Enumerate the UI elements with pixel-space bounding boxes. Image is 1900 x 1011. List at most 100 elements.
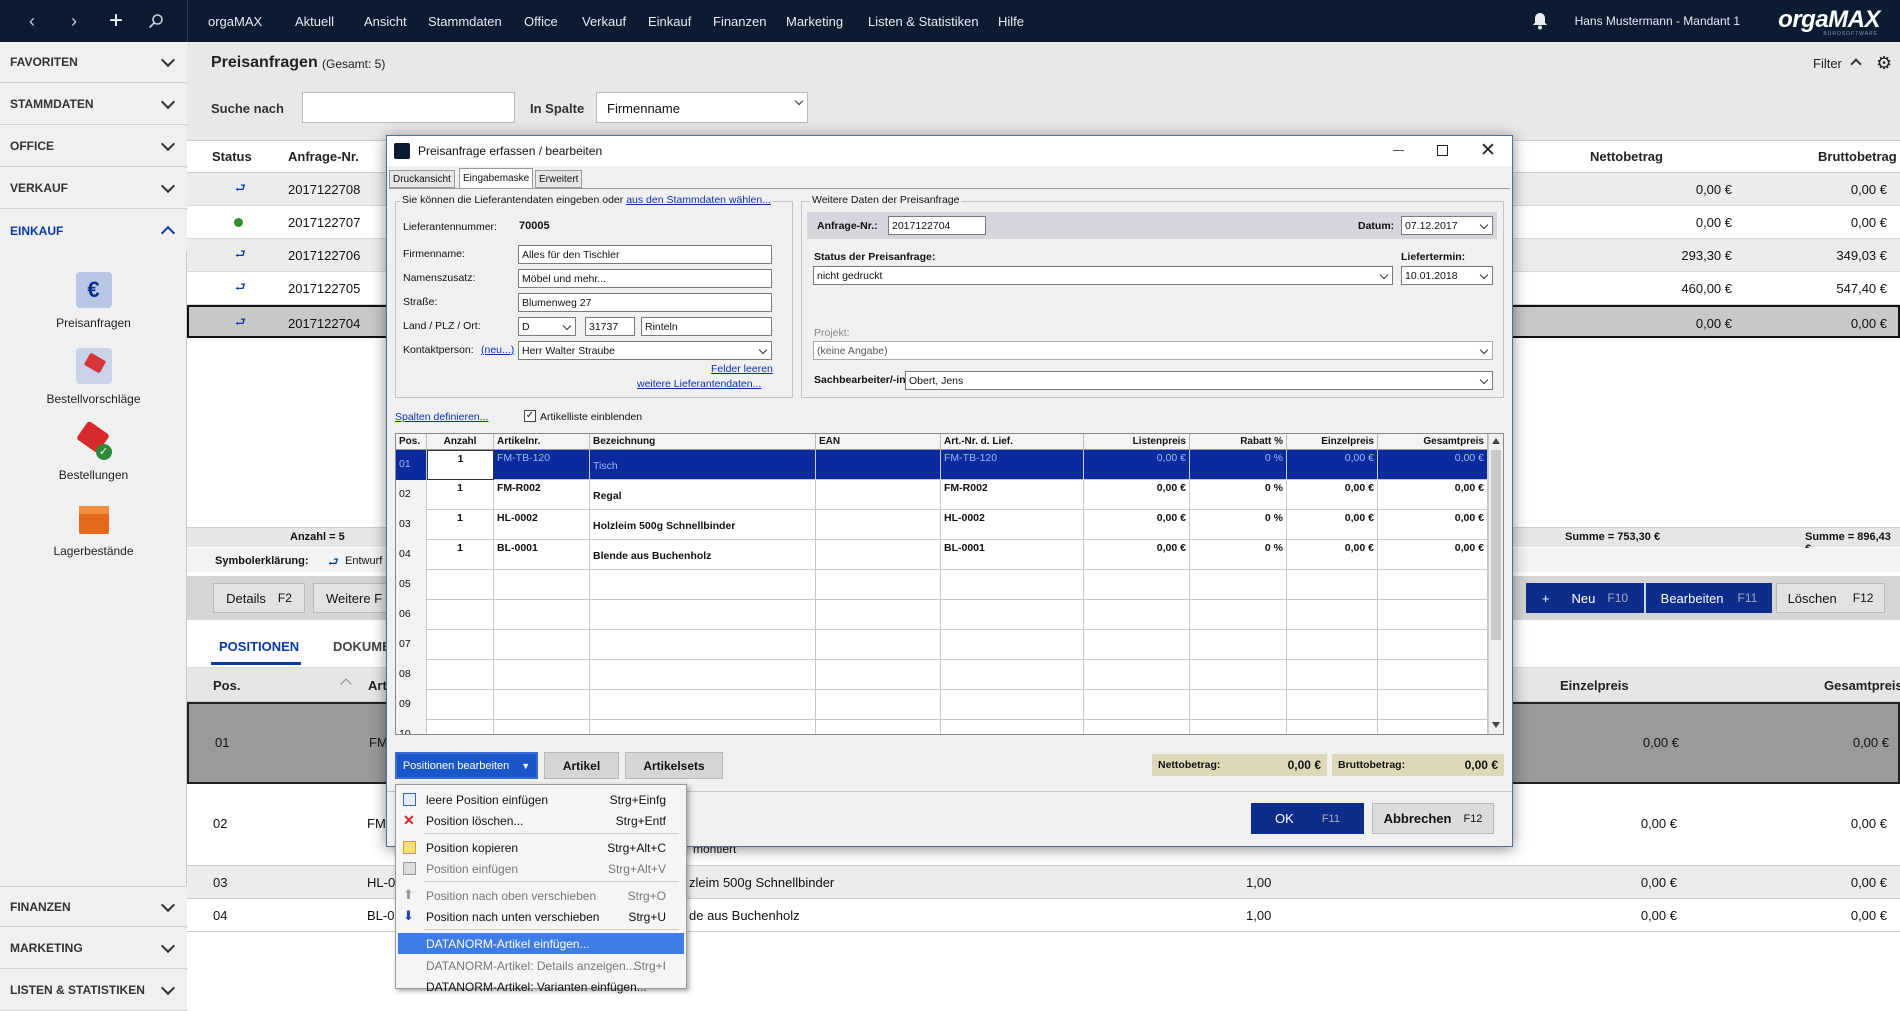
land-select[interactable]: D	[518, 317, 576, 336]
sidebar-item-preisanfragen[interactable]: € Preisanfragen	[0, 272, 187, 330]
grid-header-artikelnr[interactable]: Artikelnr.	[494, 434, 590, 450]
grid-cell-art[interactable]: FM-R002	[494, 480, 590, 510]
namenszusatz-field[interactable]: Möbel und mehr...	[518, 269, 772, 288]
grid-cell-pos[interactable]: 02	[396, 480, 427, 510]
search-icon[interactable]	[136, 0, 176, 42]
strasse-field[interactable]: Blumenweg 27	[518, 293, 772, 312]
grid-cell-gesamt[interactable]: 0,00 €	[1378, 540, 1488, 570]
minimize-icon[interactable]	[1393, 150, 1404, 151]
menu-stammdaten[interactable]: Stammdaten	[428, 0, 502, 42]
grid-cell-anz[interactable]	[427, 660, 494, 690]
grid-header-gesamtpreis[interactable]: Gesamtpreis	[1378, 434, 1488, 450]
grid-cell-rabatt[interactable]	[1190, 660, 1287, 690]
maximize-icon[interactable]	[1437, 145, 1448, 156]
menu-einkauf[interactable]: Einkauf	[648, 0, 691, 42]
grid-cell-bez[interactable]: Tisch	[590, 450, 816, 480]
menu-item-position-loeschen[interactable]: ✕ Position löschen... Strg+Entf	[396, 810, 686, 831]
sachbearbeiter-select[interactable]: Obert, Jens	[905, 371, 1493, 390]
projekt-select[interactable]: (keine Angabe)	[813, 341, 1493, 360]
grid-cell-einzel[interactable]	[1287, 630, 1378, 660]
grid-cell-liste[interactable]: 0,00 €	[1084, 510, 1190, 540]
spalten-definieren-link[interactable]: Spalten definieren...	[395, 411, 488, 423]
menu-item-datanorm-varianten[interactable]: DATANORM-Artikel: Varianten einfügen...	[396, 976, 686, 997]
menu-finanzen[interactable]: Finanzen	[713, 0, 766, 42]
add-icon[interactable]: +	[96, 0, 136, 42]
grid-cell-lief[interactable]: HL-0002	[941, 510, 1084, 540]
close-icon[interactable]: ✕	[1480, 139, 1496, 162]
grid-cell-anz[interactable]	[427, 630, 494, 660]
grid-cell-anz[interactable]	[427, 690, 494, 720]
grid-cell-rabatt[interactable]	[1190, 570, 1287, 600]
grid-cell-gesamt[interactable]	[1378, 570, 1488, 600]
tab-positionen[interactable]: POSITIONEN	[219, 639, 299, 654]
menu-marketing[interactable]: Marketing	[786, 0, 843, 42]
sidebar-section-office[interactable]: OFFICE	[0, 126, 187, 167]
grid-cell-anz[interactable]: 1	[427, 450, 494, 480]
grid-cell-pos[interactable]: 09	[396, 690, 427, 720]
grid-cell-bez[interactable]	[590, 600, 816, 630]
col-pos-header[interactable]: Pos.	[213, 678, 240, 693]
status-select[interactable]: nicht gedruckt	[813, 266, 1393, 285]
grid-cell-rabatt[interactable]: 0 %	[1190, 450, 1287, 480]
grid-cell-gesamt[interactable]: 0,00 €	[1378, 510, 1488, 540]
grid-cell-pos[interactable]: 05	[396, 570, 427, 600]
menu-item-nach-unten[interactable]: ⬇ Position nach unten verschieben Strg+U	[396, 906, 686, 927]
grid-cell-einzel[interactable]	[1287, 690, 1378, 720]
grid-cell-rabatt[interactable]	[1190, 600, 1287, 630]
grid-cell-ean[interactable]	[816, 480, 941, 510]
grid-cell-ean[interactable]	[816, 450, 941, 480]
grid-cell-anz[interactable]: 1	[427, 540, 494, 570]
grid-row[interactable]: 01 1 FM-TB-120 Tisch FM-TB-120 0,00 €0 % 0,00 …	[396, 450, 1488, 480]
grid-cell-einzel[interactable]	[1287, 660, 1378, 690]
grid-header-anzahl[interactable]: Anzahl	[427, 434, 494, 450]
menu-orgamax[interactable]: orgaMAX	[208, 0, 262, 42]
grid-scrollbar[interactable]	[1488, 434, 1503, 734]
grid-cell-gesamt[interactable]	[1378, 690, 1488, 720]
grid-cell-ean[interactable]	[816, 510, 941, 540]
menu-item-position-einfuegen[interactable]: Position einfügen Strg+Alt+V	[396, 858, 686, 879]
sidebar-section-marketing[interactable]: MARKETING	[0, 928, 187, 969]
grid-cell-lief[interactable]: FM-TB-120	[941, 450, 1084, 480]
menu-item-leere-position[interactable]: leere Position einfügen Strg+Einfg	[396, 789, 686, 810]
grid-cell-lief[interactable]	[941, 720, 1084, 734]
firmenname-field[interactable]: Alles für den Tischler	[518, 245, 772, 264]
grid-cell-ean[interactable]	[816, 630, 941, 660]
grid-cell-anz[interactable]: 1	[427, 510, 494, 540]
grid-cell-rabatt[interactable]	[1190, 690, 1287, 720]
sidebar-item-bestellvorschlaege[interactable]: Bestellvorschläge	[0, 348, 187, 406]
grid-cell-einzel[interactable]: 0,00 €	[1287, 450, 1378, 480]
grid-cell-pos[interactable]: 01	[396, 450, 427, 480]
felder-leeren-link[interactable]: Felder leeren	[711, 363, 773, 375]
grid-cell-liste[interactable]	[1084, 600, 1190, 630]
grid-cell-gesamt[interactable]: 0,00 €	[1378, 480, 1488, 510]
scroll-thumb[interactable]	[1491, 450, 1501, 640]
menu-office[interactable]: Office	[524, 0, 558, 42]
weitere-lieferantendaten-link[interactable]: weitere Lieferantendaten...	[637, 378, 761, 390]
grid-cell-liste[interactable]	[1084, 690, 1190, 720]
grid-cell-art[interactable]: BL-0001	[494, 540, 590, 570]
supplier-select-link[interactable]: aus den Stammdaten wählen...	[626, 194, 771, 206]
details-button[interactable]: Details F2	[213, 583, 305, 613]
grid-row[interactable]: 06	[396, 600, 1488, 630]
sidebar-section-favoriten[interactable]: FAVORITEN	[0, 42, 187, 83]
bearbeiten-button[interactable]: Bearbeiten F11	[1646, 583, 1772, 613]
grid-header-bezeichnung[interactable]: Bezeichnung	[590, 434, 816, 450]
artikel-button[interactable]: Artikel	[544, 752, 619, 779]
ok-button[interactable]: OK F11	[1251, 803, 1364, 834]
scroll-down-icon[interactable]	[1492, 722, 1500, 728]
grid-row[interactable]: 09	[396, 690, 1488, 720]
grid-cell-art[interactable]: FM-TB-120	[494, 450, 590, 480]
sidebar-section-verkauf[interactable]: VERKAUF	[0, 168, 187, 209]
grid-row[interactable]: 08	[396, 660, 1488, 690]
grid-cell-einzel[interactable]: 0,00 €	[1287, 540, 1378, 570]
grid-cell-ean[interactable]	[816, 720, 941, 734]
grid-cell-liste[interactable]: 0,00 €	[1084, 540, 1190, 570]
grid-cell-gesamt[interactable]	[1378, 630, 1488, 660]
grid-cell-einzel[interactable]: 0,00 €	[1287, 480, 1378, 510]
grid-cell-bez[interactable]	[590, 690, 816, 720]
grid-header-einzelpreis[interactable]: Einzelpreis	[1287, 434, 1378, 450]
sidebar-section-stammdaten[interactable]: STAMMDATEN	[0, 84, 187, 125]
search-input[interactable]	[302, 92, 515, 123]
artikelsets-button[interactable]: Artikelsets	[625, 752, 723, 779]
positionen-bearbeiten-button[interactable]: Positionen bearbeiten ▼	[395, 752, 538, 779]
